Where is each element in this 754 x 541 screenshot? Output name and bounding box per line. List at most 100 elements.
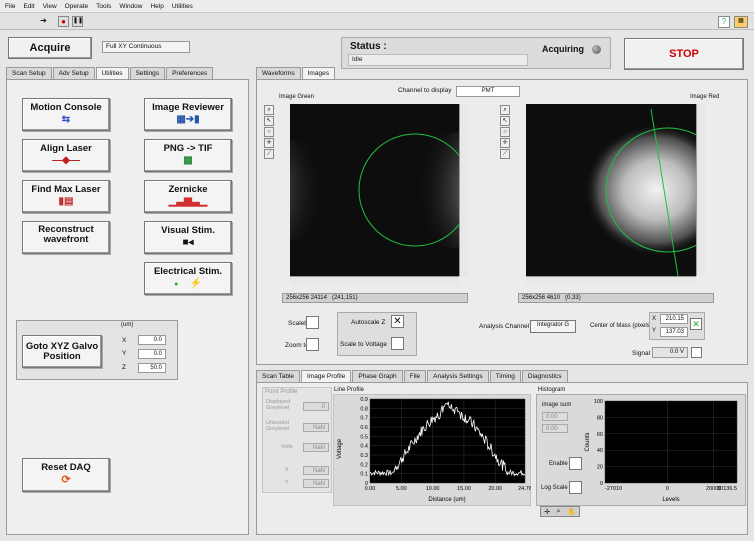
reset-icon: ⟳ xyxy=(61,474,71,486)
zoom-graph-icon[interactable]: ⌕ xyxy=(557,508,561,516)
line-tool-icon[interactable]: ⟋ xyxy=(264,149,274,159)
histogram-ytick: 60 xyxy=(597,432,603,438)
menu-utilities[interactable]: Utilities xyxy=(172,3,193,10)
right-tab-bar: Waveforms Images xyxy=(256,67,336,79)
log-scale-checkbox[interactable] xyxy=(569,481,582,494)
menu-help[interactable]: Help xyxy=(150,3,163,10)
png-tif-label: PNG -> TIF xyxy=(163,143,213,154)
tab-utilities[interactable]: Utilities xyxy=(95,67,129,79)
autoscale-z-checkbox[interactable]: ✕ xyxy=(391,315,404,328)
com-x-value: 210.15 xyxy=(660,314,688,324)
tab-phase-graph[interactable]: Phase Graph xyxy=(352,370,403,382)
line-profile-ytick: 0.4 xyxy=(360,444,368,450)
tab-preferences[interactable]: Preferences xyxy=(166,67,214,79)
red-hscroll[interactable] xyxy=(526,276,696,285)
analysis-channel-label: Analysis Channel xyxy=(479,323,530,330)
line-profile-xtick: 15.00 xyxy=(457,486,471,492)
px-value: NaN xyxy=(303,466,329,475)
red-vscroll[interactable] xyxy=(696,104,705,276)
scale-to-voltage-checkbox[interactable] xyxy=(391,337,404,350)
signal-label: Signal xyxy=(632,350,651,357)
stop-button[interactable]: STOP xyxy=(624,38,744,70)
com-y-label: Y xyxy=(652,328,657,334)
histogram-xtick: 0 xyxy=(666,486,669,492)
reset-daq-button[interactable]: Reset DAQ ⟳ xyxy=(22,458,110,492)
green-hscroll[interactable] xyxy=(290,276,459,285)
green-vscroll[interactable] xyxy=(459,104,468,276)
tab-scan-table[interactable]: Scan Table xyxy=(256,370,301,382)
zoom-icon[interactable]: ⌕ xyxy=(500,105,510,115)
pause-icon[interactable]: ❚❚ xyxy=(72,16,83,27)
crosshair-tool-icon[interactable]: ✛ xyxy=(500,138,510,148)
crosshair-tool-icon[interactable]: ✛ xyxy=(264,138,274,148)
menu-view[interactable]: View xyxy=(43,3,57,10)
red-image-tools: ⌕ ↖ ○ ✛ ⟋ xyxy=(500,105,510,159)
unscaled-greylevel-label: Unscaled Greylevel xyxy=(266,420,290,432)
scalebar-checkbox[interactable] xyxy=(306,316,319,329)
image-reviewer-button[interactable]: Image Reviewer ▦➔▮ xyxy=(144,98,232,131)
line-profile-plot-area xyxy=(370,399,525,483)
reconstruct-wavefront-button[interactable]: Reconstruct wavefront xyxy=(22,221,110,254)
volts-label: Volts xyxy=(281,444,293,450)
mode-select[interactable]: Full XY Continuous xyxy=(102,41,190,53)
pointer-icon[interactable]: ↖ xyxy=(264,116,274,126)
tab-file[interactable]: File xyxy=(403,370,427,382)
enable-label: Enable xyxy=(549,461,568,467)
menu-operate[interactable]: Operate xyxy=(65,3,89,10)
menu-window[interactable]: Window xyxy=(119,3,142,10)
pointer-icon[interactable]: ↖ xyxy=(500,116,510,126)
menu-edit[interactable]: Edit xyxy=(23,3,34,10)
run-arrow-icon[interactable]: ➔ xyxy=(38,16,49,27)
tab-timing[interactable]: Timing xyxy=(489,370,521,382)
histogram-chart[interactable]: 100806040200 -27010 0 2000030136.5 Counts … xyxy=(583,396,745,504)
motion-console-button[interactable]: Motion Console ⇆ xyxy=(22,98,110,131)
tab-images[interactable]: Images xyxy=(301,67,335,79)
oval-icon[interactable]: ○ xyxy=(500,127,510,137)
help-icon[interactable]: ? xyxy=(718,16,730,28)
volts-value: NaN xyxy=(303,443,329,452)
com-y-value: 137.03 xyxy=(660,327,688,337)
png-tif-button[interactable]: PNG -> TIF ▩ xyxy=(144,139,232,172)
line-profile-ytick: 0.8 xyxy=(360,406,368,412)
signal-checkbox[interactable] xyxy=(691,347,702,358)
tab-adv-setup[interactable]: Adv Setup xyxy=(52,67,95,79)
line-profile-ytick: 0.5 xyxy=(360,434,368,440)
zoom-icon[interactable]: ⌕ xyxy=(264,105,274,115)
zoom-to-fit-checkbox[interactable] xyxy=(306,338,319,351)
align-laser-button[interactable]: Align Laser —◆— xyxy=(22,139,110,172)
oval-icon[interactable]: ○ xyxy=(264,127,274,137)
py-value: NaN xyxy=(303,479,329,488)
y-label: Y xyxy=(122,350,127,357)
electrical-stim-button[interactable]: Electrical Stim. ● ⚡ xyxy=(144,262,232,295)
histogram-xtick: -27010 xyxy=(605,486,622,492)
line-tool-icon[interactable]: ⟋ xyxy=(500,149,510,159)
tab-waveforms[interactable]: Waveforms xyxy=(256,67,301,79)
y-input[interactable]: 0.0 xyxy=(138,349,166,359)
x-input[interactable]: 0.0 xyxy=(138,335,166,345)
channel-select[interactable]: PMT xyxy=(456,86,520,97)
line-profile-chart[interactable]: 0.90.80.70.60.50.40.30.20.10 0.00 5.00 10.… xyxy=(333,394,531,506)
tab-diagnostics[interactable]: Diagnostics xyxy=(521,370,568,382)
visual-stim-label: Visual Stim. xyxy=(161,225,215,236)
visual-stim-button[interactable]: Visual Stim. ■◂ xyxy=(144,221,232,254)
menu-file[interactable]: File xyxy=(5,3,15,10)
enable-checkbox[interactable] xyxy=(569,457,582,470)
menu-tools[interactable]: Tools xyxy=(96,3,111,10)
acquire-button[interactable]: Acquire xyxy=(8,37,92,59)
tab-settings[interactable]: Settings xyxy=(129,67,166,79)
z-input[interactable]: 50.0 xyxy=(138,363,166,373)
red-image[interactable] xyxy=(526,104,696,276)
histogram-ytick: 80 xyxy=(597,415,603,421)
tab-image-profile[interactable]: Image Profile xyxy=(301,370,352,382)
goto-xyz-button[interactable]: Goto XYZ Galvo Position xyxy=(22,335,102,368)
hand-pan-icon[interactable]: ✋ xyxy=(567,508,576,516)
tab-scan-setup[interactable]: Scan Setup xyxy=(6,67,52,79)
com-checkbox[interactable]: ✕ xyxy=(690,318,702,330)
find-max-laser-button[interactable]: Find Max Laser ▮▤ xyxy=(22,180,110,213)
zernicke-button[interactable]: Zernicke ▁▃▆▃▁ xyxy=(144,180,232,213)
cursor-move-icon[interactable]: ✛ xyxy=(544,508,550,516)
abort-icon[interactable]: ● xyxy=(58,16,69,27)
tab-analysis-settings[interactable]: Analysis Settings xyxy=(427,370,489,382)
green-image[interactable] xyxy=(290,104,459,276)
analysis-channel-select[interactable]: Integrator G xyxy=(530,320,576,333)
